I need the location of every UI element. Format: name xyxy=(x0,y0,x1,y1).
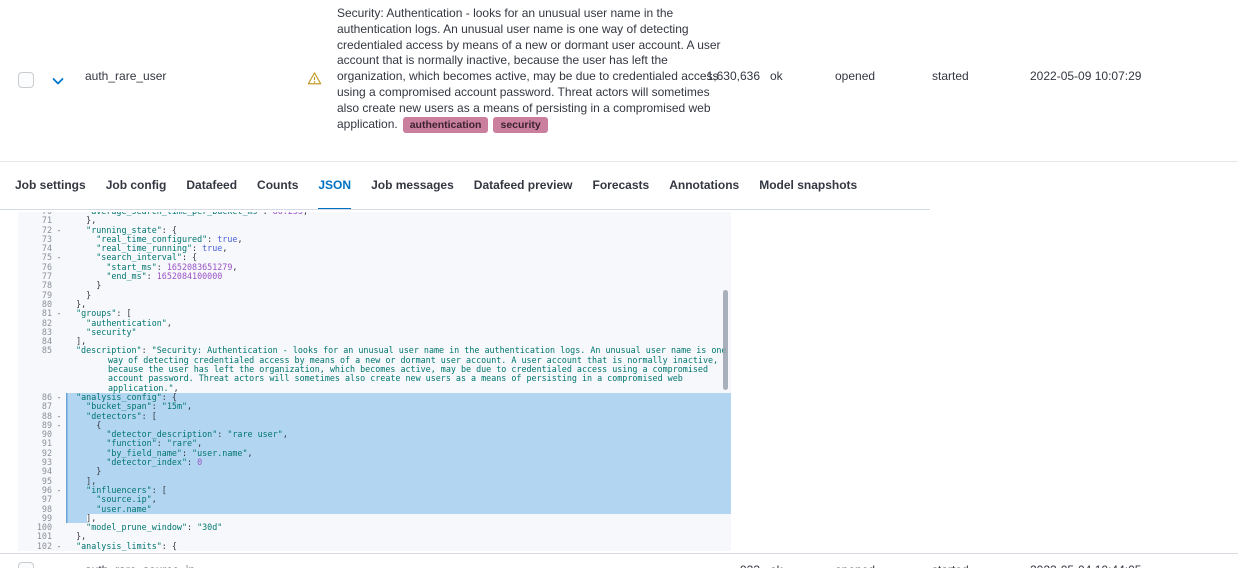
fold-gutter xyxy=(52,449,66,458)
code-text: "detector_index": 0 xyxy=(66,457,731,468)
code-text: "description": "Security: Authentication… xyxy=(76,345,727,393)
datafeed-state: started xyxy=(932,69,969,83)
job-id: auth_rare_source_ip xyxy=(85,563,195,568)
job-id: auth_rare_user xyxy=(85,69,167,83)
fold-gutter xyxy=(52,439,66,448)
fold-gutter xyxy=(52,337,66,346)
tab-job-settings[interactable]: Job settings xyxy=(15,163,86,210)
tabs-bottom-border xyxy=(0,209,930,210)
code-text: } xyxy=(86,289,92,300)
code-line: 79} xyxy=(18,289,731,300)
code-text: "user.name" xyxy=(66,504,731,514)
fold-gutter xyxy=(52,514,66,523)
tab-datafeed[interactable]: Datafeed xyxy=(186,163,237,210)
tab-job-config[interactable]: Job config xyxy=(106,163,167,210)
processed-records-count: 923 xyxy=(660,563,760,568)
code-text: "bucket_span": "15m", xyxy=(66,402,731,412)
code-line: 77 "end_ms": 1652084100000 xyxy=(18,271,731,282)
chevron-down-icon[interactable] xyxy=(50,73,66,89)
job-state: opened xyxy=(835,563,875,568)
memory-status: ok xyxy=(770,69,783,83)
tab-forecasts[interactable]: Forecasts xyxy=(593,163,650,210)
job-detail-tabs: Job settings Job config Datafeed Counts JSON… xyxy=(15,163,857,210)
code-text: } xyxy=(66,467,731,477)
code-line: 85 "description": "Security: Authenticati… xyxy=(18,345,731,393)
tab-counts[interactable]: Counts xyxy=(257,163,298,210)
json-code-editor[interactable]: 70"average_search_time_per_bucket_ms": 8… xyxy=(18,212,731,551)
warning-icon xyxy=(307,71,322,86)
code-lines: 70"average_search_time_per_bucket_ms": 8… xyxy=(18,212,731,551)
fold-gutter xyxy=(52,458,66,467)
fold-gutter xyxy=(52,263,66,272)
tab-json[interactable]: JSON xyxy=(318,163,352,210)
table-row-clipped: auth_rare_source_ip 923 ok opened starte… xyxy=(0,562,1238,568)
fold-gutter xyxy=(52,319,66,328)
chevron-down-icon[interactable] xyxy=(50,563,66,568)
code-text: "model_prune_window": "30d" xyxy=(86,522,223,533)
fold-gutter xyxy=(52,467,66,476)
row-divider xyxy=(0,161,1238,162)
code-text: "end_ms": 1652084100000 xyxy=(106,271,223,282)
job-state: opened xyxy=(835,69,876,83)
group-badges: authentication security xyxy=(398,116,548,133)
code-line: 83 "security" xyxy=(18,326,731,337)
processed-records-count: 1,630,636 xyxy=(706,69,760,83)
fold-gutter xyxy=(52,272,66,281)
code-text: "authentication", xyxy=(86,317,172,328)
line-number: 85 xyxy=(41,345,52,356)
row-checkbox[interactable] xyxy=(18,562,34,568)
fold-toggle[interactable]: - xyxy=(52,308,66,318)
fold-gutter xyxy=(52,235,66,244)
tab-model-snapshots[interactable]: Model snapshots xyxy=(759,163,857,210)
tab-datafeed-preview[interactable]: Datafeed preview xyxy=(474,163,573,210)
group-badge[interactable]: security xyxy=(493,116,548,133)
code-line: 88- "detectors": [ xyxy=(18,411,731,421)
tab-job-messages[interactable]: Job messages xyxy=(371,163,454,210)
fold-toggle[interactable]: - xyxy=(52,392,66,402)
code-text: "security" xyxy=(86,326,137,337)
code-text: }, xyxy=(76,298,87,309)
fold-gutter xyxy=(52,291,66,300)
fold-gutter xyxy=(52,430,66,439)
fold-gutter xyxy=(52,505,66,514)
fold-toggle[interactable]: - xyxy=(52,225,66,235)
row-checkbox[interactable] xyxy=(18,72,34,88)
code-text: "source.ip", xyxy=(66,495,731,505)
tab-annotations[interactable]: Annotations xyxy=(669,163,739,210)
fold-toggle[interactable]: - xyxy=(52,253,66,263)
code-line: 78} xyxy=(18,280,731,291)
latest-timestamp: 2022-05-04 10:44:05 xyxy=(1030,563,1141,568)
code-line: 93 "detector_index": 0 xyxy=(18,457,731,468)
editor-scrollbar-thumb[interactable] xyxy=(723,290,728,390)
panel-bottom-divider xyxy=(0,553,1238,554)
code-text: "influencers": [ xyxy=(66,485,731,496)
fold-gutter xyxy=(52,346,66,392)
code-text: } xyxy=(96,280,102,291)
datafeed-state: started xyxy=(932,563,969,568)
ml-jobs-page: auth_rare_user Security: Authentication … xyxy=(0,0,1238,568)
group-badge[interactable]: authentication xyxy=(402,116,489,133)
fold-toggle[interactable]: - xyxy=(52,485,66,495)
memory-status: ok xyxy=(770,563,783,568)
fold-gutter xyxy=(52,328,66,337)
code-text: "detectors": [ xyxy=(66,411,731,421)
fold-gutter xyxy=(52,523,66,532)
fold-gutter xyxy=(52,281,66,290)
fold-toggle[interactable]: - xyxy=(52,420,66,430)
code-line: 98 "user.name" xyxy=(18,504,731,514)
latest-timestamp: 2022-05-09 10:07:29 xyxy=(1030,69,1142,83)
fold-gutter xyxy=(52,495,66,504)
code-line: 94} xyxy=(18,467,731,477)
fold-toggle[interactable]: - xyxy=(52,541,66,551)
code-line: 100 "model_prune_window": "30d" xyxy=(18,522,731,533)
